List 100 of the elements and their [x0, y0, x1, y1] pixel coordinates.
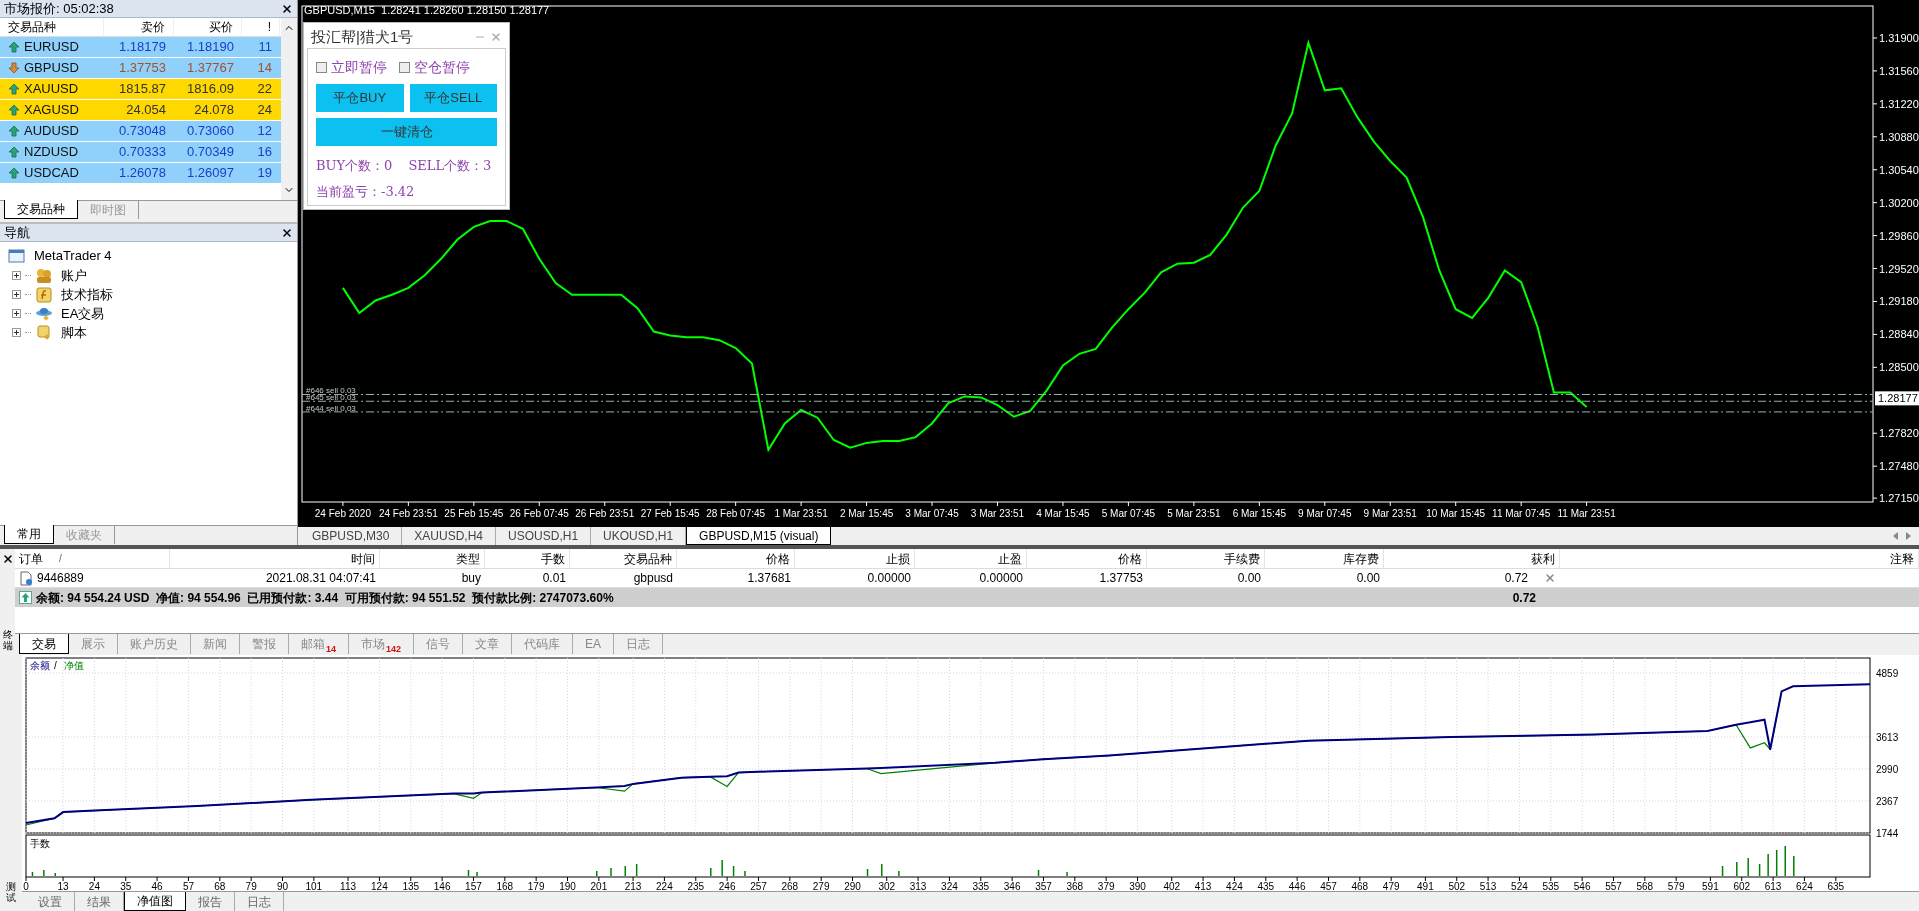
- time-tick-label: 11 Mar 23:51: [1557, 508, 1616, 519]
- current-price-label: 1.28177: [1875, 391, 1919, 406]
- unread-count: 142: [386, 644, 402, 654]
- axis-tick-label: 513: [1479, 881, 1497, 891]
- axis-tick-label: 146: [433, 881, 451, 891]
- axis-tick-label: 302: [878, 881, 896, 891]
- buy-count: BUY个数：0: [316, 157, 393, 175]
- table-cell-text: buy: [461, 570, 481, 587]
- volume-label: 手数: [30, 838, 50, 849]
- axis-tick-label: 4859: [1876, 667, 1899, 679]
- axis-tick-label: 224: [656, 881, 673, 891]
- time-tick-label: 25 Feb 15:45: [444, 508, 504, 519]
- price-tick-label: 1.28840: [1879, 328, 1919, 341]
- axis-tick-label: 1744: [1876, 828, 1899, 839]
- bid-price: 1815.87: [118, 80, 167, 99]
- legend-label: 净值: [64, 660, 84, 671]
- axis-tick-label: 179: [527, 881, 545, 891]
- time-tick-label: 24 Feb 23:51: [378, 508, 438, 519]
- axis-tick-label: 313: [909, 881, 927, 891]
- price-tick-label: 1.31900: [1879, 31, 1919, 44]
- axis-tick-label: 290: [844, 881, 861, 891]
- time-tick-label: 5 Mar 23:51: [1167, 508, 1221, 519]
- legend-separator: /: [54, 660, 57, 671]
- axis-tick-label: 324: [941, 881, 958, 891]
- axis-tick-label: 24: [88, 881, 100, 891]
- profit-text: 当前盈亏：-3.42: [316, 182, 416, 201]
- axis-tick-label: 435: [1257, 881, 1275, 891]
- ask-price: 0.73060: [186, 122, 235, 141]
- axis-tick-label: 135: [402, 881, 420, 891]
- axis-tick-label: 535: [1542, 881, 1560, 891]
- axis-tick-label: 335: [972, 881, 990, 891]
- table-cell-text: 0.00000: [979, 570, 1023, 587]
- axis-tick-label: 413: [1194, 881, 1212, 891]
- axis-tick-label: 168: [496, 881, 514, 891]
- ask-price: 1.26097: [186, 164, 235, 183]
- spread-value: 22: [256, 80, 273, 99]
- symbol-text: XAUUSD: [24, 80, 79, 99]
- axis-tick-label: 502: [1448, 881, 1466, 891]
- time-tick-label: 26 Feb 07:45: [509, 508, 569, 519]
- axis-tick-label: 491: [1417, 881, 1434, 891]
- spread-value: 16: [256, 143, 273, 162]
- axis-tick-label: 390: [1129, 881, 1146, 891]
- side-label: 测试: [6, 881, 16, 903]
- time-tick-label: 24 Feb 2020: [314, 508, 371, 519]
- spread-value: 11: [257, 38, 273, 57]
- axis-tick-label: 602: [1733, 881, 1751, 891]
- axis-tick-label: 424: [1226, 881, 1243, 891]
- table-cell-text: 2021.08.31 04:07:41: [265, 570, 376, 587]
- price-tick-label: 1.31220: [1879, 97, 1919, 110]
- bid-price: 0.70333: [118, 143, 167, 162]
- axis-tick-label: 113: [340, 881, 357, 891]
- table-cell-text: 1.37681: [747, 570, 791, 587]
- bid-price: 1.37753: [118, 59, 167, 78]
- price-tick-label: 1.29520: [1879, 262, 1919, 275]
- time-tick-label: 27 Feb 15:45: [640, 508, 700, 519]
- axis-tick-label: 379: [1097, 881, 1115, 891]
- spread-value: 14: [256, 59, 273, 78]
- side-label: 终端: [2, 629, 13, 651]
- price-tick-label: 1.30880: [1879, 130, 1919, 143]
- table-cell-text: 0.01: [542, 570, 566, 587]
- axis-tick-label: 568: [1636, 881, 1654, 891]
- time-tick-label: 28 Feb 07:45: [706, 508, 766, 519]
- axis-tick-label: 624: [1796, 881, 1813, 891]
- price-tick-label: 1.30540: [1879, 163, 1919, 176]
- symbol-text: NZDUSD: [24, 143, 79, 162]
- axis-tick-label: 257: [750, 881, 767, 891]
- total-profit: 0.72: [1511, 589, 1537, 607]
- axis-tick-label: 591: [1702, 881, 1719, 891]
- ask-price: 1.18190: [186, 38, 235, 57]
- axis-tick-label: 446: [1288, 881, 1306, 891]
- table-cell-text: gbpusd: [633, 570, 673, 587]
- sell-count: SELL个数：3: [408, 157, 492, 175]
- axis-tick-label: 557: [1605, 881, 1622, 891]
- axis-tick-label: 279: [812, 881, 830, 891]
- time-tick-label: 5 Mar 07:45: [1101, 508, 1156, 519]
- axis-tick-label: 0: [23, 881, 29, 891]
- axis-tick-label: 201: [590, 881, 608, 891]
- axis-tick-label: 57: [182, 881, 194, 891]
- axis-tick-label: 124: [371, 881, 388, 891]
- ask-price: 1816.09: [186, 80, 235, 99]
- time-tick-label: 26 Feb 23:51: [575, 508, 635, 519]
- time-tick-label: 3 Mar 07:45: [905, 508, 959, 519]
- bid-price: 1.26078: [118, 164, 167, 183]
- sort-mark: /: [59, 552, 62, 566]
- price-tick-label: 1.28500: [1879, 361, 1919, 374]
- axis-tick-label: 368: [1066, 881, 1084, 891]
- ask-price: 1.37767: [186, 59, 235, 78]
- account-summary: 余额: 94 554.24 USD 净值: 94 554.96 已用预付款: 3.44 可用预付款: 94 551.52 预付款比例: 2747073.60%: [36, 589, 614, 607]
- checkbox-label: 空仓暂停: [414, 58, 470, 77]
- axis-tick-label: 101: [305, 881, 323, 891]
- price-tick-label: 1.27820: [1879, 427, 1919, 440]
- axis-tick-label: 2367: [1876, 796, 1899, 807]
- spread-value: 12: [256, 122, 273, 141]
- symbol-text: XAGUSD: [24, 101, 79, 120]
- symbol-text: AUDUSD: [24, 122, 79, 141]
- axis-tick-label: 157: [465, 881, 482, 891]
- price-tick-label: 1.27150: [1879, 492, 1919, 505]
- chart-title: GBPUSD,M15 1.28241 1.28260 1.28150 1.28177: [304, 4, 550, 16]
- axis-tick-label: 457: [1320, 881, 1337, 891]
- axis-tick-label: 213: [624, 881, 642, 891]
